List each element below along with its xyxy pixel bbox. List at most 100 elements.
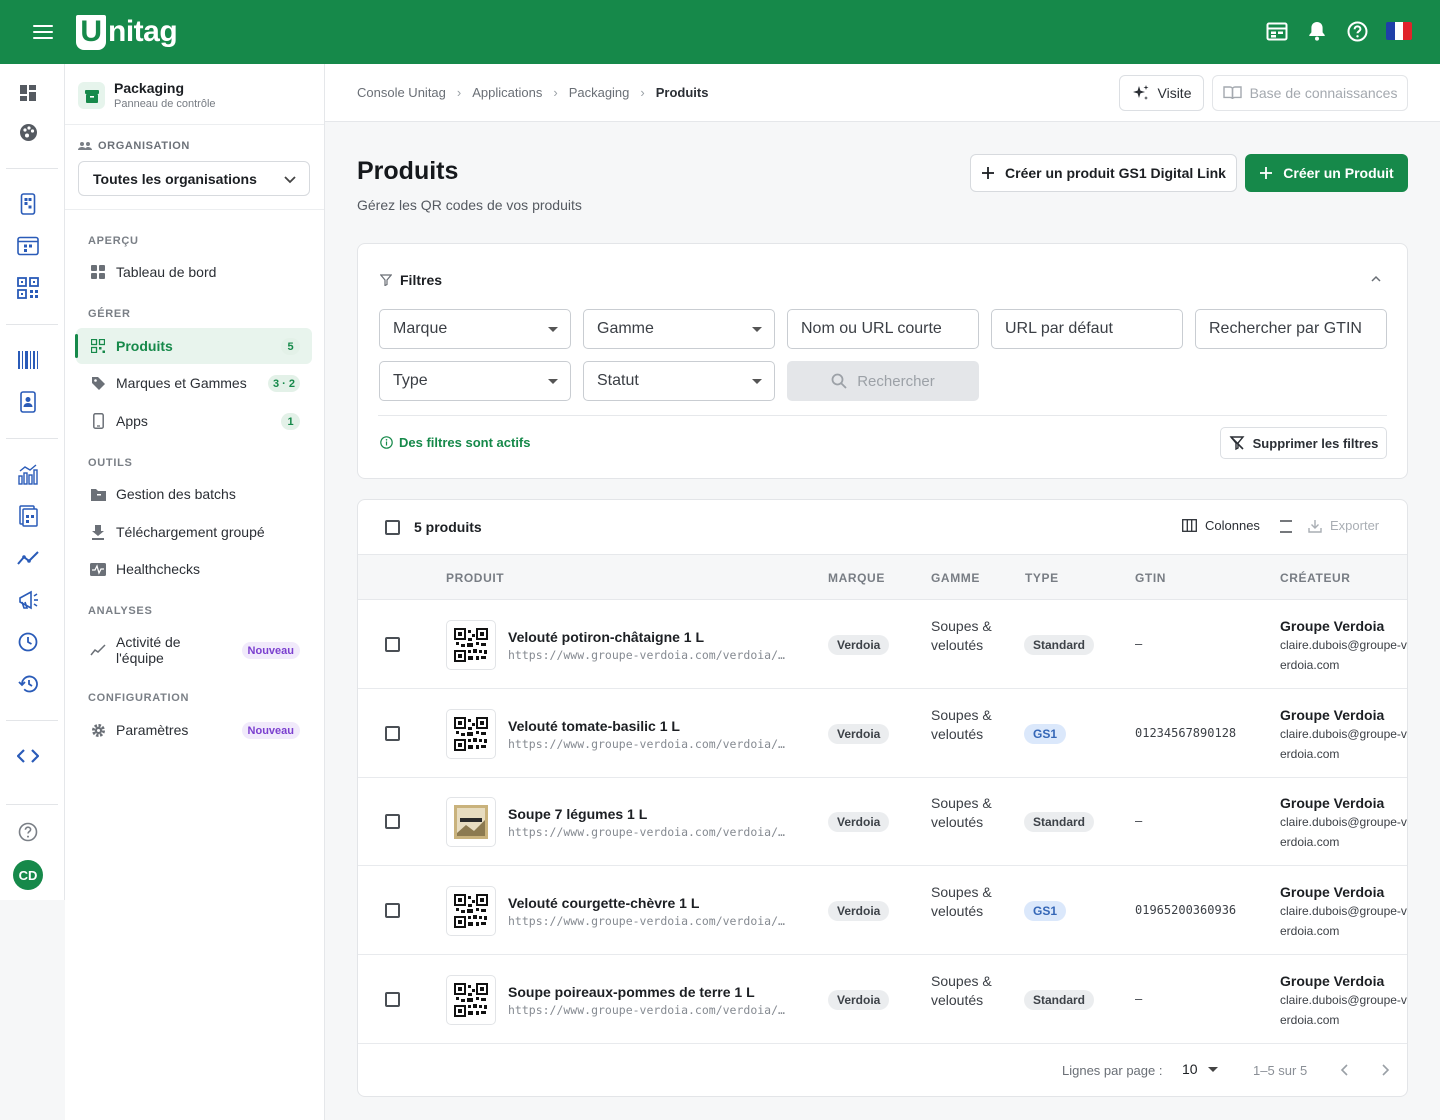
filter-icon (380, 274, 392, 286)
sidebar-item-activity[interactable]: Activité de l'équipe Nouveau (76, 624, 312, 676)
sidebar-item-label: Marques et Gammes (116, 375, 247, 391)
products-table: 5 produits Colonnes Exporter PRODUIT MAR… (357, 499, 1408, 1097)
clock-icon[interactable] (16, 630, 40, 654)
rows-per-page-select[interactable]: 10 (1182, 1061, 1218, 1077)
row-checkbox[interactable] (385, 637, 400, 652)
density-icon[interactable] (1278, 518, 1294, 534)
qr-thumbnail[interactable] (446, 620, 496, 670)
col-header-gamme[interactable]: GAMME (931, 571, 980, 585)
table-row[interactable]: Velouté potiron-châtaigne 1 L https://www… (358, 600, 1407, 689)
row-checkbox[interactable] (385, 814, 400, 829)
breadcrumb-console[interactable]: Console Unitag (357, 85, 446, 100)
export-button[interactable]: Exporter (1308, 518, 1379, 533)
create-gs1-product-button[interactable]: Créer un produit GS1 Digital Link (970, 154, 1237, 192)
help-circle-icon[interactable] (16, 820, 40, 844)
row-checkbox[interactable] (385, 992, 400, 1007)
product-name[interactable]: Soupe 7 légumes 1 L (508, 806, 647, 822)
mobile-qr-icon[interactable] (16, 192, 40, 216)
report-icon[interactable] (16, 504, 40, 528)
new-badge: Nouveau (241, 722, 300, 739)
gtin-cell: 01234567890128 (1135, 726, 1237, 740)
knowledge-base-button[interactable]: Base de connaissances (1212, 75, 1408, 111)
sidebar-item-apps[interactable]: Apps 1 (76, 403, 312, 439)
download-icon (90, 524, 106, 540)
chevron-left-icon[interactable] (1336, 1061, 1354, 1079)
table-row[interactable]: Soupe poireaux-pommes de terre 1 L https:… (358, 955, 1407, 1044)
create-product-label: Créer un Produit (1283, 165, 1394, 181)
sidebar-item-produits[interactable]: Produits 5 (75, 328, 312, 364)
chevron-right-icon[interactable] (1376, 1061, 1394, 1079)
sidebar-item-marques[interactable]: Marques et Gammes 3 · 2 (76, 365, 312, 401)
type-select[interactable]: Type (379, 361, 571, 401)
history-icon[interactable] (16, 672, 40, 696)
type-chip: GS1 (1024, 724, 1067, 744)
visite-label: Visite (1157, 85, 1192, 101)
col-header-gtin[interactable]: GTIN (1135, 571, 1166, 585)
browser-qr-icon[interactable] (16, 234, 40, 258)
gamme-cell: Soupes & veloutés (931, 707, 992, 742)
sidebar-item-dashboard[interactable]: Tableau de bord (76, 254, 312, 290)
chevron-up-icon[interactable] (1369, 272, 1383, 286)
breadcrumb-applications[interactable]: Applications (472, 85, 542, 100)
help-icon[interactable] (1346, 20, 1368, 42)
qr-code-icon (90, 338, 106, 354)
gtin-search-input[interactable] (1209, 320, 1373, 338)
create-product-button[interactable]: Créer un Produit (1245, 154, 1408, 192)
table-row[interactable]: Velouté tomate-basilic 1 L https://www.gr… (358, 689, 1407, 778)
bell-icon[interactable] (1306, 20, 1328, 42)
clear-filters-button[interactable]: Supprimer les filtres (1220, 427, 1387, 459)
product-name[interactable]: Soupe poireaux-pommes de terre 1 L (508, 984, 755, 1000)
marque-select[interactable]: Marque (379, 309, 571, 349)
search-button[interactable]: Rechercher (787, 361, 979, 401)
calendar-icon[interactable] (1266, 20, 1288, 42)
sidebar-item-batchs[interactable]: Gestion des batchs (76, 476, 312, 512)
code-icon[interactable] (16, 744, 40, 768)
table-row[interactable]: Velouté courgette-chèvre 1 L https://www.… (358, 866, 1407, 955)
sidebar-item-download[interactable]: Téléchargement groupé (76, 514, 312, 550)
qr-thumbnail[interactable] (446, 797, 496, 847)
trending-icon[interactable] (16, 546, 40, 570)
chevron-right-icon: › (456, 85, 462, 100)
megaphone-icon[interactable] (16, 588, 40, 612)
qr-thumbnail[interactable] (446, 886, 496, 936)
default-url-field[interactable] (991, 309, 1183, 349)
french-flag-icon[interactable] (1386, 22, 1412, 40)
name-url-field[interactable] (787, 309, 979, 349)
org-select[interactable]: Toutes les organisations (78, 161, 310, 196)
row-checkbox[interactable] (385, 903, 400, 918)
row-checkbox[interactable] (385, 726, 400, 741)
sparkle-icon (1132, 85, 1148, 100)
statut-select[interactable]: Statut (583, 361, 775, 401)
barcode-icon[interactable] (16, 348, 40, 372)
breadcrumb-packaging[interactable]: Packaging (569, 85, 630, 100)
col-header-createur[interactable]: CRÉATEUR (1280, 571, 1351, 585)
bar-chart-icon[interactable] (16, 462, 40, 486)
app-header[interactable]: Packaging Panneau de contrôle (78, 80, 216, 111)
col-header-type[interactable]: TYPE (1025, 571, 1059, 585)
user-avatar[interactable]: CD (13, 860, 43, 890)
qr-thumbnail[interactable] (446, 975, 496, 1025)
menu-icon[interactable] (33, 22, 53, 42)
col-header-produit[interactable]: PRODUIT (446, 571, 504, 585)
palette-icon[interactable] (16, 120, 40, 144)
product-name[interactable]: Velouté tomate-basilic 1 L (508, 718, 680, 734)
contact-card-icon[interactable] (16, 390, 40, 414)
unitag-logo[interactable]: U nitag (76, 14, 178, 50)
name-url-input[interactable] (801, 320, 965, 338)
sidebar-item-params[interactable]: Paramètres Nouveau (76, 712, 312, 748)
qr-code-icon[interactable] (16, 276, 40, 300)
columns-button[interactable]: Colonnes (1182, 518, 1260, 533)
product-name[interactable]: Velouté courgette-chèvre 1 L (508, 895, 699, 911)
visite-button[interactable]: Visite (1119, 75, 1204, 111)
sidebar-item-health[interactable]: Healthchecks (76, 551, 312, 587)
gamme-select[interactable]: Gamme (583, 309, 775, 349)
product-name[interactable]: Velouté potiron-châtaigne 1 L (508, 629, 704, 645)
qr-thumbnail[interactable] (446, 709, 496, 759)
creator-cell: Groupe Verdoia claire.dubois@groupe-verdo… (1280, 617, 1407, 675)
dashboard-icon[interactable] (16, 81, 40, 105)
gtin-field[interactable] (1195, 309, 1387, 349)
select-all-checkbox[interactable] (385, 520, 400, 535)
table-row[interactable]: Soupe 7 légumes 1 L https://www.groupe-ve… (358, 777, 1407, 866)
default-url-input[interactable] (1005, 320, 1169, 338)
col-header-marque[interactable]: MARQUE (828, 571, 885, 585)
